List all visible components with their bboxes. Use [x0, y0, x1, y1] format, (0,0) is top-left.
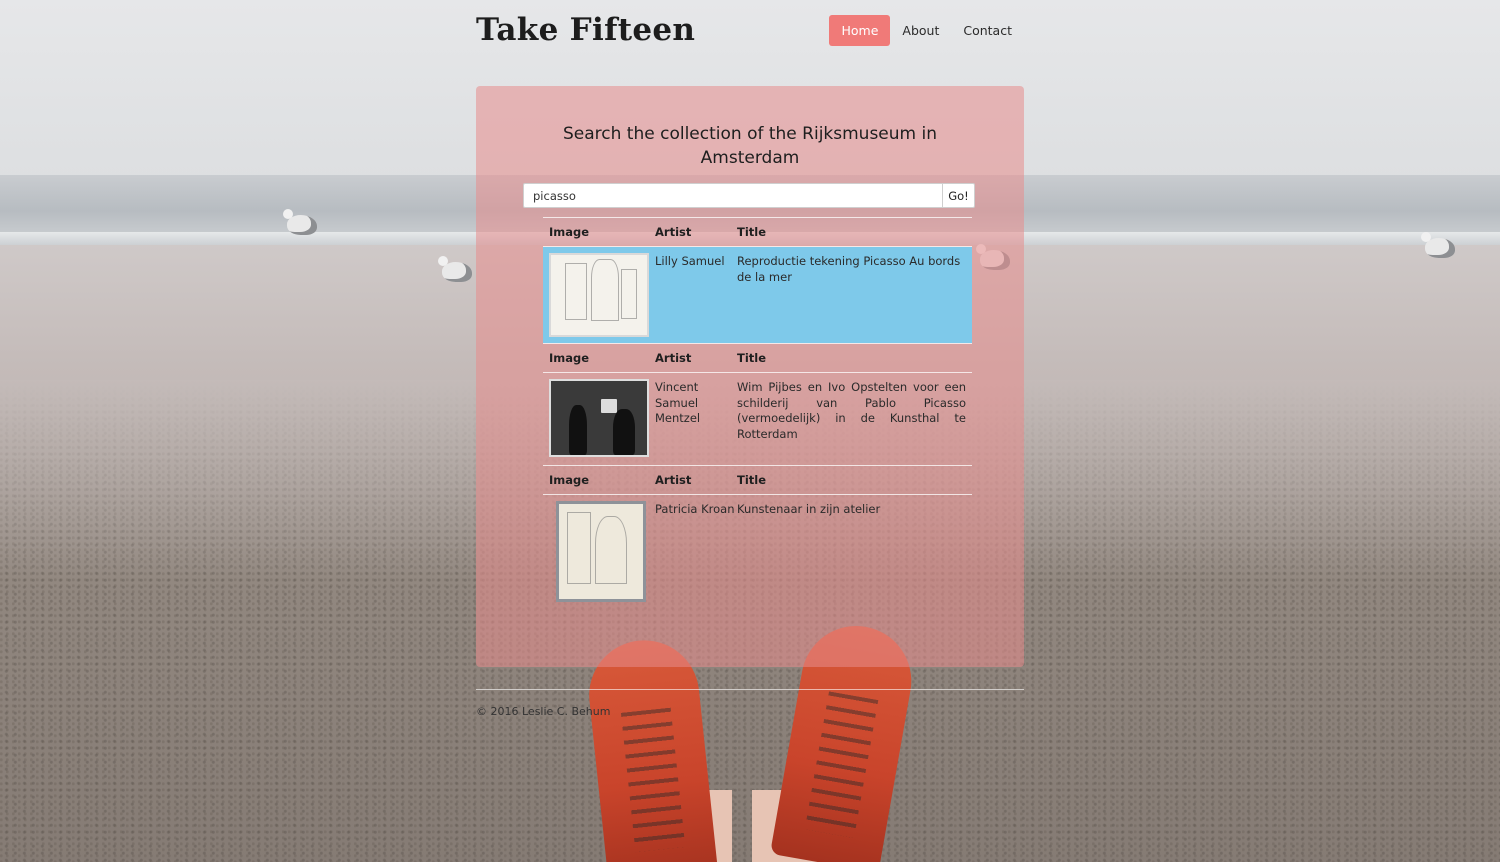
result-header-row: Image Artist Title [543, 344, 972, 373]
column-header-artist: Artist [655, 473, 692, 487]
column-header-title: Title [737, 351, 767, 365]
result-block: Image Artist Title Lilly Samuel Reproduc… [543, 217, 972, 343]
nav-contact[interactable]: Contact [951, 15, 1024, 46]
result-artist: Lilly Samuel [655, 254, 725, 268]
result-row[interactable]: Patricia Kroan Kunstenaar in zijn atelie… [543, 495, 972, 612]
column-header-image: Image [549, 351, 590, 365]
result-header-row: Image Artist Title [543, 218, 972, 247]
artwork-thumbnail[interactable] [549, 253, 649, 337]
nav-home[interactable]: Home [829, 15, 891, 46]
result-block: Image Artist Title Vincent Samuel Mentze… [543, 343, 972, 465]
column-header-title: Title [737, 225, 767, 239]
site-title[interactable]: Take Fifteen [476, 12, 695, 48]
search-input[interactable] [523, 183, 942, 208]
column-header-artist: Artist [655, 225, 692, 239]
result-row[interactable]: Lilly Samuel Reproductie tekening Picass… [543, 247, 972, 343]
result-title: Reproductie tekening Picasso Au bords de… [737, 254, 961, 284]
footer-divider [476, 689, 1024, 690]
column-header-image: Image [549, 225, 590, 239]
site-header: Take Fifteen Home About Contact [476, 0, 1024, 62]
footer-copyright: © 2016 Leslie C. Behum [476, 705, 611, 718]
artwork-thumbnail[interactable] [549, 379, 649, 457]
column-header-title: Title [737, 473, 767, 487]
result-header-row: Image Artist Title [543, 466, 972, 495]
main-nav: Home About Contact [829, 15, 1024, 46]
search-form: Go! [523, 183, 975, 208]
result-block: Image Artist Title Patricia Kroan Kunste… [543, 465, 972, 612]
result-title: Kunstenaar in zijn atelier [737, 502, 881, 516]
search-heading: Search the collection of the Rijksmuseum… [562, 124, 938, 168]
result-row[interactable]: Vincent Samuel Mentzel Wim Pijbes en Ivo… [543, 373, 972, 465]
result-artist: Vincent Samuel Mentzel [655, 380, 701, 426]
go-button[interactable]: Go! [942, 183, 975, 208]
column-header-image: Image [549, 473, 590, 487]
search-card: Search the collection of the Rijksmuseum… [476, 86, 1024, 667]
artwork-thumbnail[interactable] [556, 501, 646, 602]
result-title: Wim Pijbes en Ivo Opstelten voor een sch… [737, 380, 966, 441]
nav-about[interactable]: About [890, 15, 951, 46]
results-list: Image Artist Title Lilly Samuel Reproduc… [543, 217, 972, 612]
result-artist: Patricia Kroan [655, 502, 735, 516]
column-header-artist: Artist [655, 351, 692, 365]
